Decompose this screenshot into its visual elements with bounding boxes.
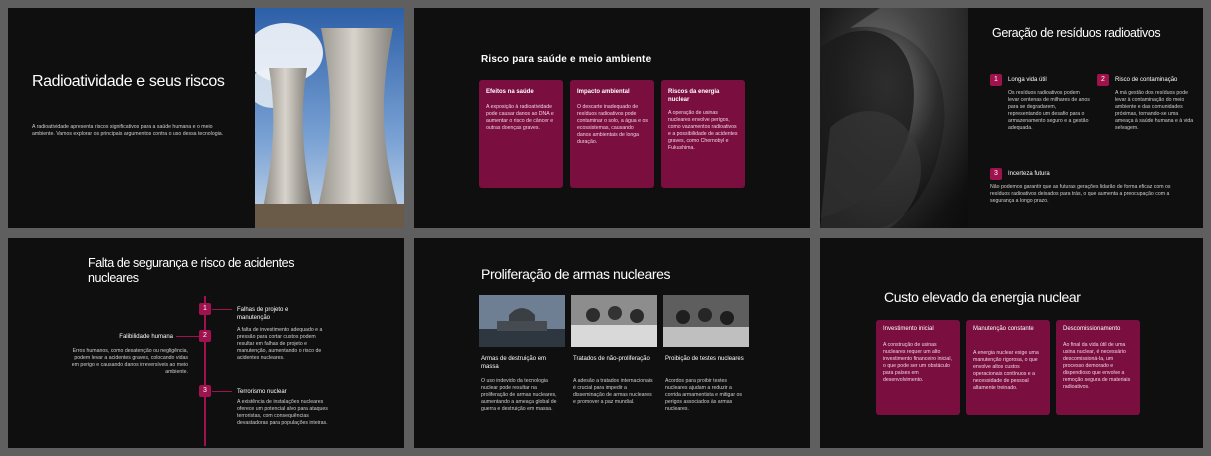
step-badge: 3 bbox=[199, 385, 211, 397]
item-text: A má gestão dos resíduos pode levar à co… bbox=[1115, 90, 1194, 131]
item-text: A existência de instalações nucleares of… bbox=[237, 399, 328, 426]
slide-title: Risco para saúde e meio ambiente bbox=[481, 54, 652, 65]
card-title: Manutenção constante bbox=[973, 326, 1034, 332]
card-investimento-inicial[interactable]: Investimento inicial A construção de usi… bbox=[876, 320, 960, 415]
item-text: A falta de investimento adequado e a pre… bbox=[237, 327, 323, 361]
slide-title: Proliferação de armas nucleares bbox=[481, 266, 671, 282]
column-text: Acordos para proibir testes nucleares aj… bbox=[665, 378, 742, 412]
item-title: Risco de contaminação bbox=[1115, 77, 1178, 83]
card-descomissionamento[interactable]: Descomissionamento Ao final da vida útil… bbox=[1056, 320, 1140, 415]
item-title: Incerteza futura bbox=[1008, 171, 1050, 177]
card-text: A exposição à radioatividade pode causar… bbox=[486, 104, 554, 131]
slide-body: A radioatividade apresenta riscos signif… bbox=[32, 124, 224, 137]
card-text: A operação de usinas nucleares envolve p… bbox=[668, 110, 738, 151]
card-title: Investimento inicial bbox=[883, 326, 934, 332]
column-text: O uso indevido da tecnologia nuclear pod… bbox=[481, 378, 557, 412]
slide-custo-elevado[interactable]: Custo elevado da energia nuclear Investi… bbox=[820, 238, 1203, 448]
treaty-signing-photo bbox=[571, 295, 657, 347]
slide-residuos-radioativos[interactable]: Geração de resíduos radioativos 1 Longa … bbox=[820, 8, 1203, 228]
slide-radioatividade[interactable]: Radioatividade e seus riscos A radioativ… bbox=[8, 8, 404, 228]
slide-title: Custo elevado da energia nuclear bbox=[884, 289, 1081, 305]
step-badge: 2 bbox=[1097, 74, 1109, 86]
timeline-connector bbox=[212, 309, 232, 310]
column-title: Proibição de testes nucleares bbox=[665, 356, 744, 362]
item-title: Terrorismo nuclear bbox=[237, 389, 287, 395]
timeline-connector bbox=[176, 336, 200, 337]
card-text: A construção de usinas nucleares requer … bbox=[883, 342, 952, 383]
slide-risco-saude[interactable]: Risco para saúde e meio ambiente Efeitos… bbox=[414, 8, 810, 228]
card-text: O descarte inadequado de resíduos radioa… bbox=[577, 104, 648, 145]
step-badge: 2 bbox=[199, 330, 211, 342]
card-efeitos-saude[interactable]: Efeitos na saúde A exposição à radioativ… bbox=[479, 80, 563, 188]
column-title: Tratados de não-proliferação bbox=[573, 356, 650, 362]
timeline-line bbox=[204, 296, 206, 446]
column-title: Armas de destruição em massa bbox=[481, 356, 547, 370]
hiroshima-dome-photo bbox=[479, 295, 565, 347]
card-title: Riscos da energia nuclear bbox=[668, 89, 720, 103]
item-text: Não podemos garantir que as futuras gera… bbox=[990, 184, 1171, 204]
card-manutencao-constante[interactable]: Manutenção constante A energia nuclear e… bbox=[966, 320, 1050, 415]
item-text: Erros humanos, como desatenção ou neglig… bbox=[71, 348, 188, 375]
item-text: Os resíduos radioativos podem levar cent… bbox=[1008, 90, 1090, 131]
timeline-connector bbox=[212, 391, 232, 392]
step-badge: 3 bbox=[990, 168, 1002, 180]
card-riscos-energia[interactable]: Riscos da energia nuclear A operação de … bbox=[661, 80, 745, 188]
abstract-dark-image bbox=[820, 8, 968, 228]
card-text: A energia nuclear exige uma manutenção r… bbox=[973, 350, 1039, 391]
step-badge: 1 bbox=[199, 303, 211, 315]
slide-title: Geração de resíduos radioativos bbox=[992, 26, 1161, 40]
card-title: Descomissionamento bbox=[1063, 326, 1121, 332]
step-badge: 1 bbox=[990, 74, 1002, 86]
card-impacto-ambiental[interactable]: Impacto ambiental O descarte inadequado … bbox=[570, 80, 654, 188]
slide-title: Radioatividade e seus riscos bbox=[32, 73, 225, 90]
item-title: Falibilidade humana bbox=[119, 334, 173, 340]
item-title: Falhas de projeto e manutenção bbox=[237, 307, 289, 321]
slide-title: Falta de segurança e risco de acidentes … bbox=[88, 256, 295, 285]
card-title: Impacto ambiental bbox=[577, 89, 630, 95]
card-title: Efeitos na saúde bbox=[486, 89, 534, 95]
test-ban-photo bbox=[663, 295, 749, 347]
slide-falta-seguranca[interactable]: Falta de segurança e risco de acidentes … bbox=[8, 238, 404, 448]
column-text: A adesão a tratados internacionais é cru… bbox=[573, 378, 653, 405]
cooling-towers-image bbox=[255, 8, 404, 228]
card-text: Ao final da vida útil de uma usina nucle… bbox=[1063, 342, 1131, 390]
item-title: Longa vida útil bbox=[1008, 77, 1047, 83]
slide-proliferacao-armas[interactable]: Proliferação de armas nucleares Armas de… bbox=[414, 238, 810, 448]
